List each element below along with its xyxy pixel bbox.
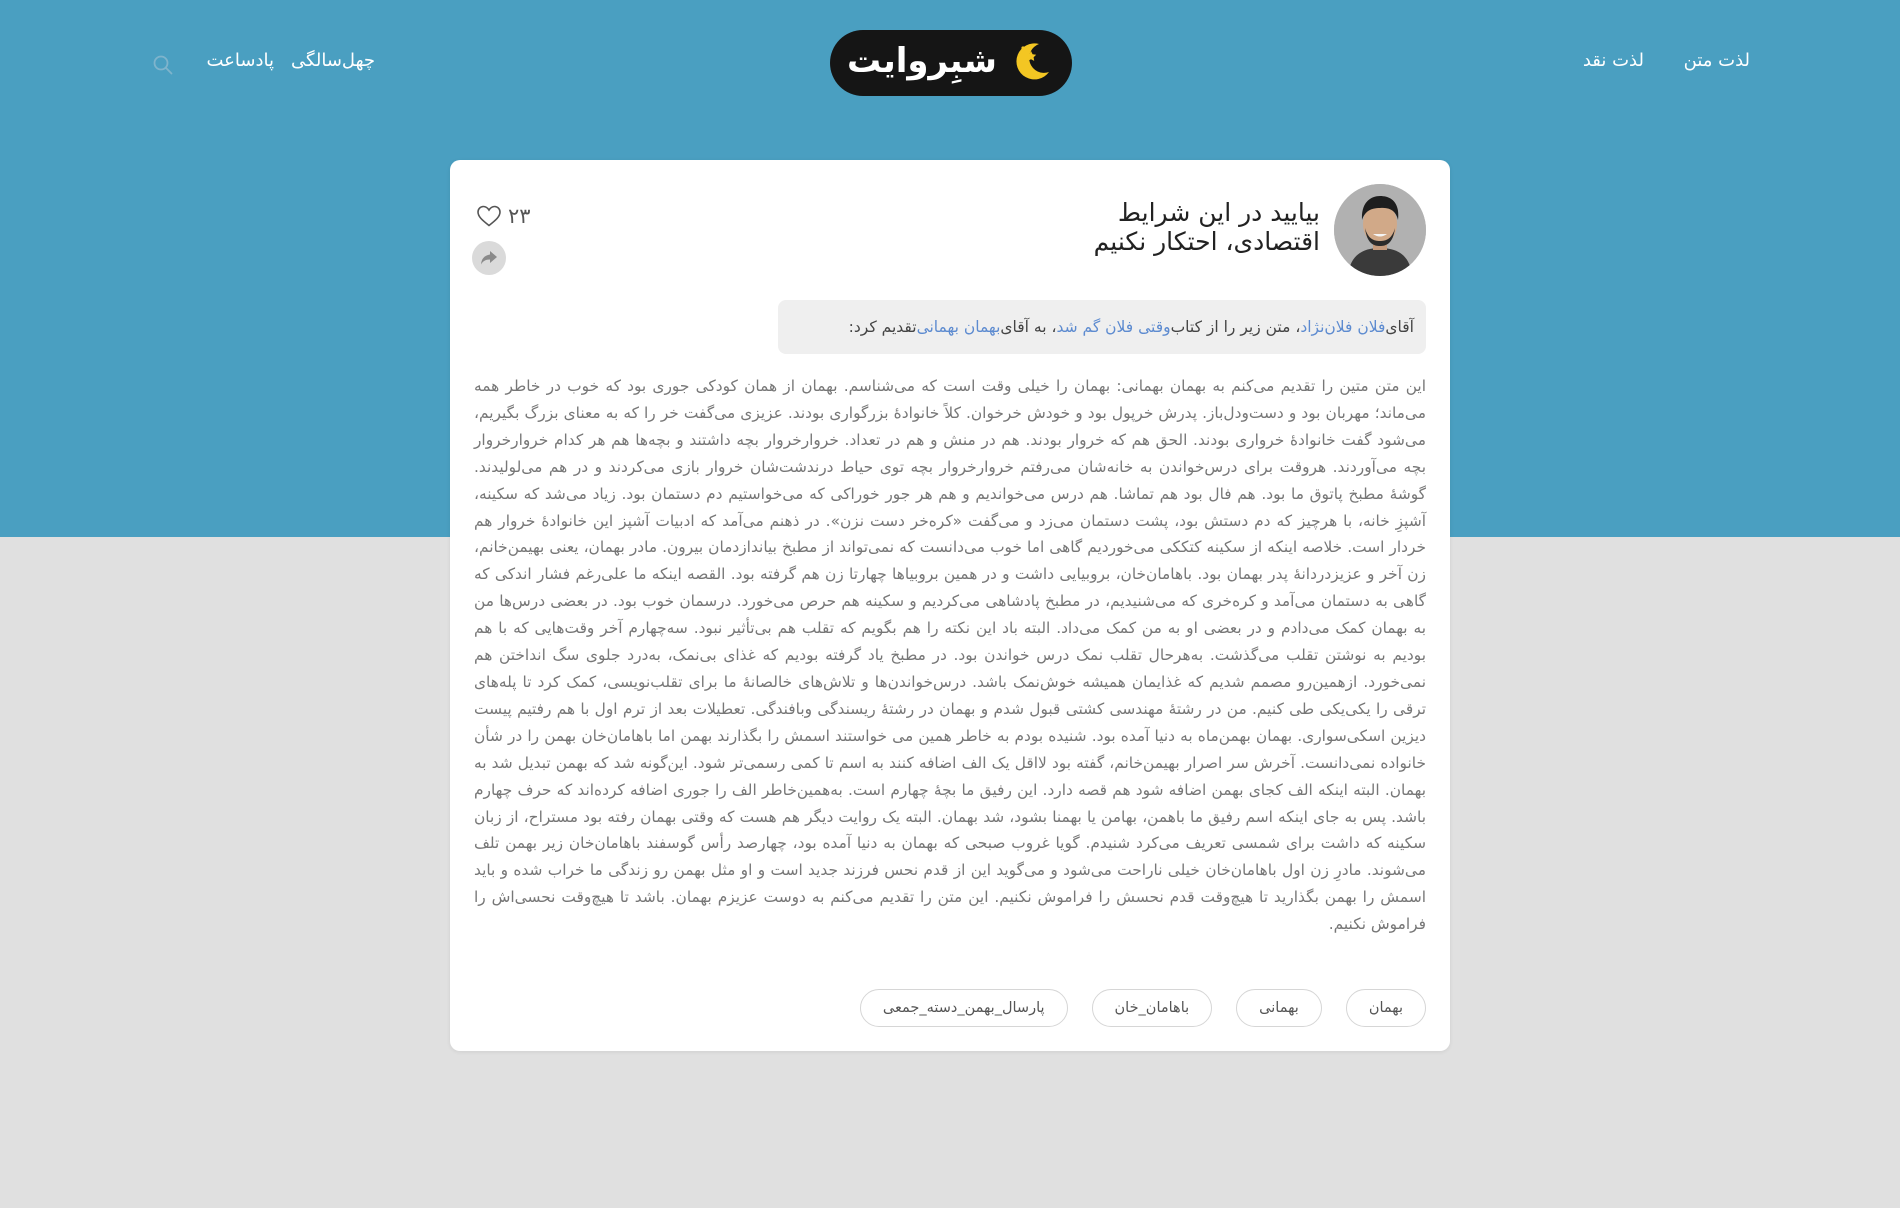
post-title-line2: اقتصادی، احتکار نکنیم	[1093, 227, 1320, 256]
tag-bahaman-khan[interactable]: باهامان_خان	[1091, 989, 1213, 1027]
nav-item-fortieth[interactable]: چهل‌سالگی	[291, 50, 375, 71]
share-arrow-icon	[481, 251, 497, 265]
tag-list: بهمان بهمانی باهامان_خان پارسال_بهمن_دست…	[859, 989, 1426, 1027]
post-card: بیایید در این شرایط اقتصادی، احتکار نکنی…	[450, 160, 1450, 1051]
recipient-link[interactable]: بهمان بهمانی	[917, 318, 1001, 336]
book-link[interactable]: وقتی فلان گم شد	[1056, 318, 1170, 336]
author-link[interactable]: فلان فلان‌نژاد	[1300, 318, 1385, 336]
logo-text: شبِروایت	[846, 41, 998, 81]
post-title-line1: بیایید در این شرایط	[1117, 198, 1320, 227]
like-count: ۲۳	[508, 204, 531, 228]
like-control: ۲۳	[476, 204, 531, 228]
share-button[interactable]	[472, 241, 506, 275]
nav-item-antidote[interactable]: پادساعت	[207, 50, 275, 71]
dedication-box: آقای فلان فلان‌نژاد ، متن زیر را از کتاب…	[778, 300, 1426, 354]
tag-last-year-avalanche[interactable]: پارسال_بهمن_دسته_جمعی	[859, 989, 1068, 1027]
tag-bahmani[interactable]: بهمانی	[1236, 989, 1322, 1027]
post-title: بیایید در این شرایط اقتصادی، احتکار نکنی…	[820, 198, 1320, 256]
dedication-text-4: تقدیم کرد:	[848, 318, 917, 336]
nav-item-critique-pleasure[interactable]: لذت نقد	[1583, 50, 1644, 71]
dedication-text-1: آقای	[1385, 318, 1414, 336]
nav-item-text-pleasure[interactable]: لذت متن	[1684, 50, 1750, 71]
site-logo[interactable]: شبِروایت	[830, 30, 1072, 96]
heart-icon[interactable]	[476, 204, 502, 228]
moon-stars-icon	[1016, 43, 1049, 80]
tag-bahman[interactable]: بهمان	[1345, 989, 1426, 1027]
author-photo	[1334, 184, 1426, 276]
search-icon[interactable]	[152, 54, 174, 76]
post-body: این متن متین را تقدیم می‌کنم به بهمان به…	[474, 377, 1426, 934]
dedication-text-3: ، به آقای	[1000, 318, 1057, 336]
site-header: لذت متن لذت نقد شبِروایت چهل‌سالگی پادسا…	[0, 0, 1900, 125]
dedication-text-2: ، متن زیر را از کتاب	[1170, 318, 1301, 336]
author-avatar[interactable]	[1334, 184, 1426, 276]
